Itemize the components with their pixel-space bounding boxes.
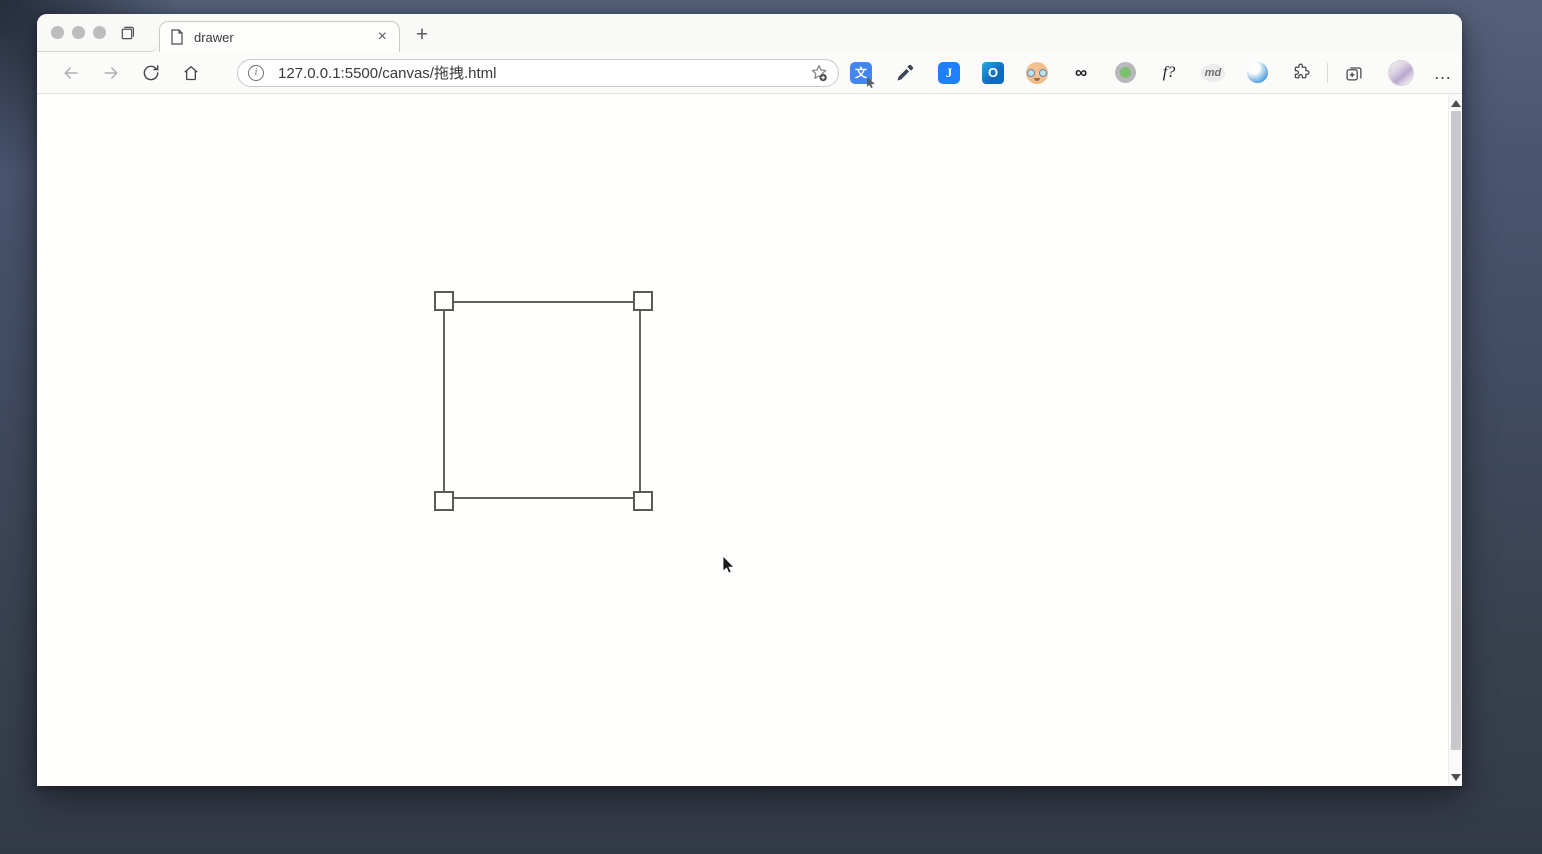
address-bar[interactable]: i 127.0.0.1:5500/canvas/拖拽.html <box>237 58 839 87</box>
juejin-extension-button[interactable]: J <box>927 58 971 88</box>
toolbar-separator <box>1327 62 1328 83</box>
tab-drawer[interactable]: drawer × <box>159 21 400 52</box>
site-info-icon[interactable]: i <box>248 64 264 81</box>
scrollbar-thumb[interactable] <box>1451 111 1461 750</box>
face-icon <box>1026 61 1048 84</box>
green-dot-icon <box>1114 62 1136 83</box>
outlook-icon: O <box>982 61 1004 84</box>
back-arrow-icon <box>64 66 78 79</box>
reload-button[interactable] <box>131 58 171 88</box>
new-tab-button[interactable]: + <box>408 22 436 50</box>
puzzle-icon <box>1291 62 1312 83</box>
emoji-face-extension-button[interactable] <box>1015 58 1059 88</box>
infinity-extension-button[interactable]: ∞ <box>1059 58 1103 88</box>
resize-handle-top-left[interactable] <box>434 291 454 311</box>
page-document-icon <box>170 29 184 45</box>
drawn-rectangle[interactable] <box>443 301 641 499</box>
mouse-cursor <box>722 555 735 576</box>
markdown-icon: md <box>1200 63 1226 82</box>
page-canvas[interactable] <box>37 95 1448 786</box>
fonts-extension-button[interactable]: f? <box>1147 58 1191 88</box>
resize-handle-bottom-left[interactable] <box>434 491 454 511</box>
resize-handle-bottom-right[interactable] <box>633 491 653 511</box>
window-control-dot[interactable] <box>51 26 64 39</box>
back-button[interactable] <box>51 58 91 88</box>
translate-extension-button[interactable]: 文 <box>839 58 883 88</box>
add-favorite-star-icon[interactable] <box>808 62 830 84</box>
extensions-menu-button[interactable] <box>1279 58 1323 88</box>
green-dot-extension-button[interactable] <box>1103 58 1147 88</box>
forward-button[interactable] <box>91 58 131 88</box>
reload-icon <box>143 64 159 80</box>
vertical-scrollbar[interactable] <box>1448 95 1462 786</box>
outlook-extension-button[interactable]: O <box>971 58 1015 88</box>
collections-icon <box>1343 62 1365 84</box>
tab-strip: drawer × + <box>37 14 1462 52</box>
window-control-dot[interactable] <box>93 26 106 39</box>
eyedropper-icon <box>895 63 915 83</box>
resize-handle-top-right[interactable] <box>633 291 653 311</box>
home-icon <box>184 65 198 80</box>
collections-button[interactable] <box>1332 58 1376 88</box>
color-picker-extension-button[interactable] <box>883 58 927 88</box>
browser-window: drawer × + i 127.0.0.1:5500/canvas/拖拽.ht… <box>37 14 1462 786</box>
extensions-row: 文 J O ∞ f? md <box>839 58 1323 88</box>
scroll-up-button[interactable] <box>1451 100 1461 107</box>
tab-close-icon[interactable]: × <box>376 29 389 45</box>
tab-overview-icon[interactable] <box>119 25 135 40</box>
juejin-icon: J <box>938 61 960 84</box>
window-controls <box>51 26 106 39</box>
settings-more-button[interactable]: … <box>1426 64 1460 82</box>
fonts-icon: f? <box>1162 63 1176 81</box>
sphere-icon <box>1246 62 1268 83</box>
cursor-overlay-icon <box>867 75 876 88</box>
toolbar: i 127.0.0.1:5500/canvas/拖拽.html 文 J O ∞ … <box>37 52 1462 94</box>
tab-title: drawer <box>194 29 234 45</box>
infinity-icon: ∞ <box>1074 63 1088 82</box>
markdown-extension-button[interactable]: md <box>1191 58 1235 88</box>
forward-arrow-icon <box>104 66 118 79</box>
scroll-down-button[interactable] <box>1451 774 1461 781</box>
url-text[interactable]: 127.0.0.1:5500/canvas/拖拽.html <box>278 62 808 83</box>
window-control-dot[interactable] <box>72 26 85 39</box>
sphere-extension-button[interactable] <box>1235 58 1279 88</box>
home-button[interactable] <box>171 58 211 88</box>
profile-avatar[interactable] <box>1388 59 1414 86</box>
